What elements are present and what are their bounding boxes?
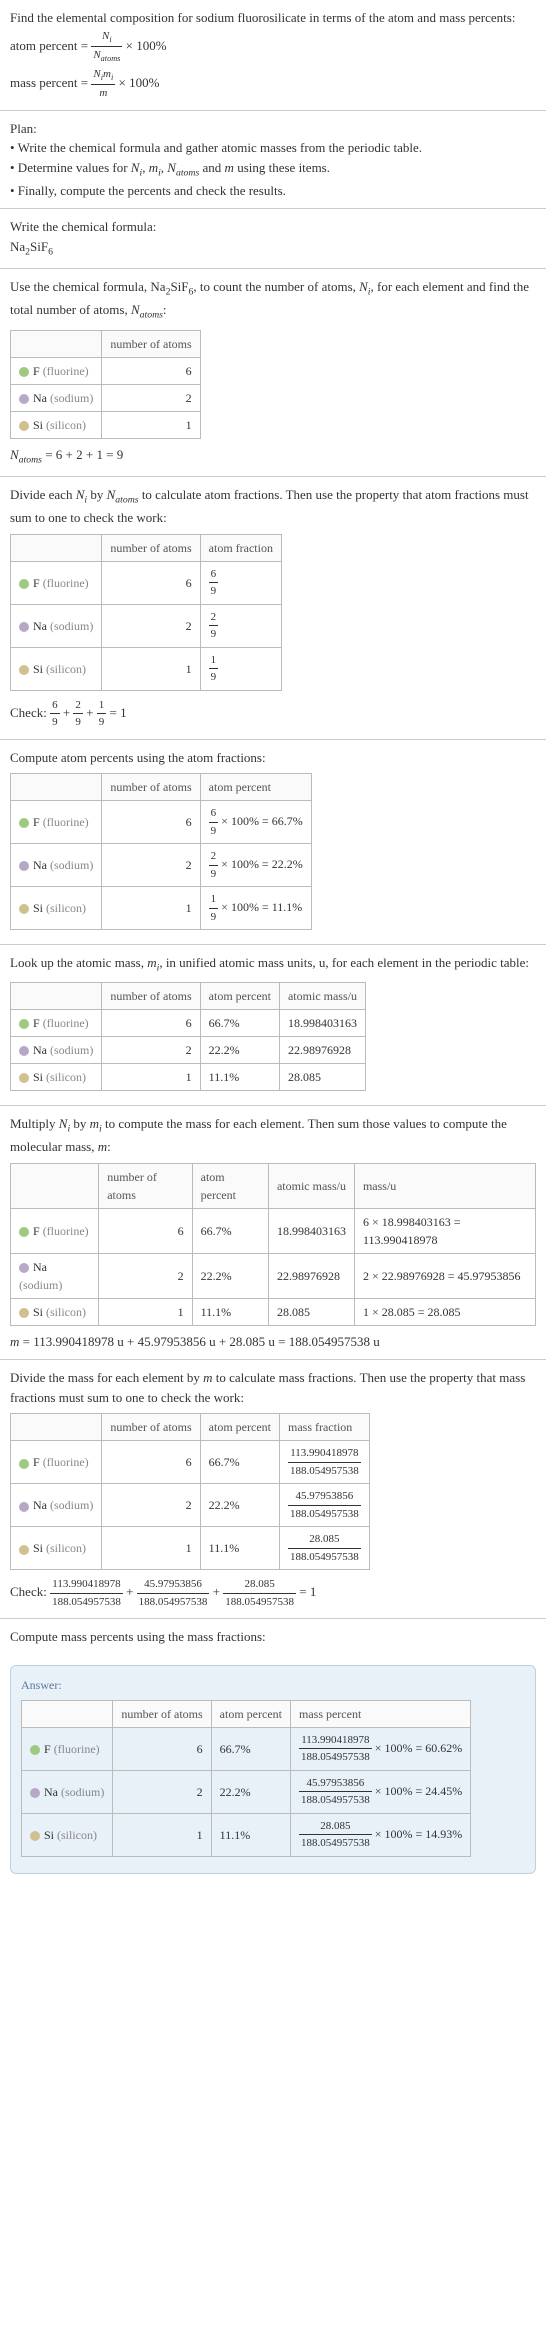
- molecular-mass-sum: m = m = 113.990418978 u + 45.97953856 u …: [10, 1332, 536, 1352]
- atomic-mass-section: Look up the atomic mass, mi, in unified …: [0, 945, 546, 1105]
- table-row: Si (silicon)111.1%28.085188.054957538: [11, 1527, 370, 1570]
- element-dot-icon: [19, 367, 29, 377]
- mass-fraction-table: number of atomsatom percentmass fraction…: [10, 1413, 370, 1570]
- plan-section: Plan: • Write the chemical formula and g…: [0, 111, 546, 209]
- table-row: F (fluorine)666.7%113.990418978188.05495…: [22, 1727, 471, 1770]
- table-row: Si (silicon)111.1%28.085188.054957538 × …: [22, 1813, 471, 1856]
- table-row: Na (sodium)2: [11, 384, 201, 411]
- element-dot-icon: [19, 665, 29, 675]
- element-dot-icon: [19, 622, 29, 632]
- mass-percent-section: Compute mass percents using the mass fra…: [0, 1619, 546, 1655]
- chemical-formula: Na2SiF6: [10, 237, 536, 260]
- answer-box: Answer: number of atomsatom percentmass …: [10, 1665, 536, 1874]
- write-formula-title: Write the chemical formula:: [10, 217, 536, 237]
- element-dot-icon: [19, 421, 29, 431]
- table-row: Si (silicon)111.1%28.085: [11, 1064, 366, 1091]
- mass-fraction-text: Divide the mass for each element by m to…: [10, 1368, 536, 1407]
- atomic-mass-table: number of atomsatom percentatomic mass/u…: [10, 982, 366, 1091]
- multiply-section: Multiply Ni by mi to compute the mass fo…: [0, 1106, 546, 1359]
- mass-percent-formula: mass percent = Nimim × 100%: [10, 66, 536, 102]
- table-row: Na (sodium)222.2%45.97953856188.05495753…: [22, 1770, 471, 1813]
- element-dot-icon: [19, 1545, 29, 1555]
- atom-fraction-table: number of atomsatom fraction F (fluorine…: [10, 534, 282, 691]
- element-dot-icon: [30, 1831, 40, 1841]
- atom-fraction-check: Check: 69 + 29 + 19 = 1: [10, 697, 536, 731]
- answer-table: number of atomsatom percentmass percent …: [21, 1700, 471, 1857]
- table-row: Na (sodium)222.2%22.989769282 × 22.98976…: [11, 1253, 536, 1298]
- multiply-text: Multiply Ni by mi to compute the mass fo…: [10, 1114, 536, 1157]
- table-row: Si (silicon)119 × 100% = 11.1%: [11, 887, 312, 930]
- table-row: Na (sodium)222.2%45.97953856188.05495753…: [11, 1484, 370, 1527]
- atom-percent-formula: atom percent = NiNatoms × 100%: [10, 28, 536, 66]
- table-row: Si (silicon)111.1%28.0851 × 28.085 = 28.…: [11, 1298, 536, 1325]
- table-row: F (fluorine)666.7%18.9984031636 × 18.998…: [11, 1208, 536, 1253]
- element-dot-icon: [19, 1308, 29, 1318]
- table-row: Na (sodium)229: [11, 604, 282, 647]
- plan-bullet: • Determine values for Ni, mi, Natoms an…: [10, 158, 536, 181]
- element-dot-icon: [19, 1073, 29, 1083]
- element-dot-icon: [19, 1019, 29, 1029]
- mass-fraction-check: Check: 113.990418978188.054957538 + 45.9…: [10, 1576, 536, 1610]
- atoms-table: number of atoms F (fluorine)6 Na (sodium…: [10, 330, 201, 439]
- element-dot-icon: [19, 1227, 29, 1237]
- table-row: F (fluorine)669: [11, 561, 282, 604]
- table-row: Si (silicon)1: [11, 411, 201, 438]
- atom-fraction-section: Divide each Ni by Natoms to calculate at…: [0, 477, 546, 739]
- element-dot-icon: [30, 1745, 40, 1755]
- atom-percent-section: Compute atom percents using the atom fra…: [0, 740, 546, 945]
- plan-bullet: • Finally, compute the percents and chec…: [10, 181, 536, 201]
- count-atoms-section: Use the chemical formula, Na2SiF6, to co…: [0, 269, 546, 476]
- element-dot-icon: [19, 1502, 29, 1512]
- intro-section: Find the elemental composition for sodiu…: [0, 0, 546, 110]
- table-row: Na (sodium)222.2%22.98976928: [11, 1037, 366, 1064]
- atomic-mass-text: Look up the atomic mass, mi, in unified …: [10, 953, 536, 976]
- multiply-table: number of atomsatom percentatomic mass/u…: [10, 1163, 536, 1326]
- natoms-sum: Natoms = 6 + 2 + 1 = 9: [10, 445, 536, 468]
- plan-title: Plan:: [10, 119, 536, 139]
- element-dot-icon: [19, 861, 29, 871]
- element-dot-icon: [19, 1459, 29, 1469]
- element-dot-icon: [19, 818, 29, 828]
- element-dot-icon: [19, 1263, 29, 1273]
- table-row: Si (silicon)119: [11, 647, 282, 690]
- write-formula-section: Write the chemical formula: Na2SiF6: [0, 209, 546, 268]
- element-dot-icon: [19, 394, 29, 404]
- table-row: Na (sodium)229 × 100% = 22.2%: [11, 844, 312, 887]
- table-row: F (fluorine)666.7%113.990418978188.05495…: [11, 1441, 370, 1484]
- mass-fraction-section: Divide the mass for each element by m to…: [0, 1360, 546, 1618]
- atom-percent-text: Compute atom percents using the atom fra…: [10, 748, 536, 768]
- atom-percent-table: number of atomsatom percent F (fluorine)…: [10, 773, 312, 930]
- mass-percent-text: Compute mass percents using the mass fra…: [10, 1627, 536, 1647]
- table-row: F (fluorine)669 × 100% = 66.7%: [11, 801, 312, 844]
- count-atoms-text: Use the chemical formula, Na2SiF6, to co…: [10, 277, 536, 323]
- element-dot-icon: [19, 904, 29, 914]
- answer-label: Answer:: [21, 1676, 525, 1694]
- atom-fraction-text: Divide each Ni by Natoms to calculate at…: [10, 485, 536, 528]
- table-row: F (fluorine)666.7%18.998403163: [11, 1010, 366, 1037]
- element-dot-icon: [19, 1046, 29, 1056]
- intro-text: Find the elemental composition for sodiu…: [10, 8, 536, 28]
- element-dot-icon: [19, 579, 29, 589]
- element-dot-icon: [30, 1788, 40, 1798]
- plan-bullet: • Write the chemical formula and gather …: [10, 138, 536, 158]
- table-row: F (fluorine)6: [11, 357, 201, 384]
